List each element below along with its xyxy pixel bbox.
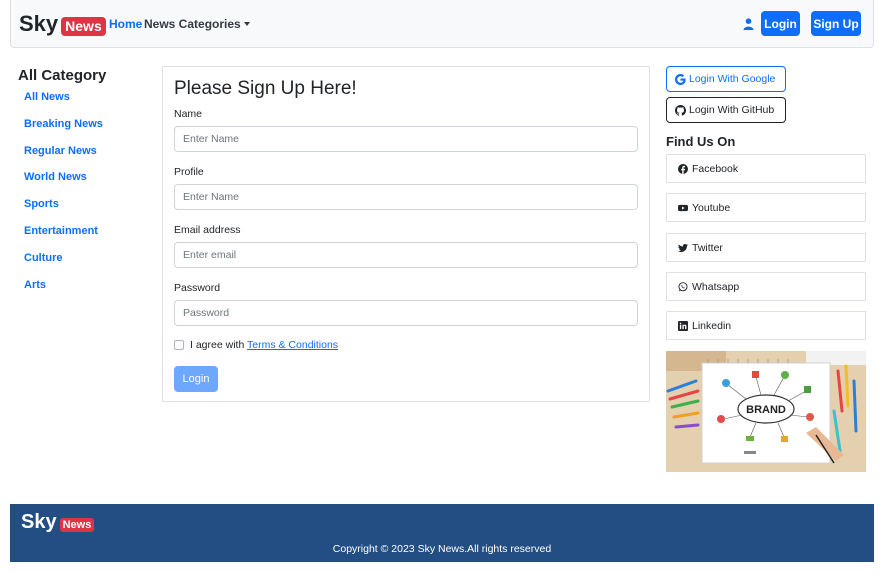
facebook-icon [678, 163, 688, 174]
user-icon[interactable] [743, 18, 754, 30]
login-google-button[interactable]: Login With Google [666, 66, 786, 92]
category-item-regular-news[interactable]: Regular News [24, 144, 103, 171]
footer: Sky News Copyright © 2023 Sky News.All r… [10, 504, 874, 562]
category-item-breaking-news[interactable]: Breaking News [24, 117, 103, 144]
nav-home-link[interactable]: Home [109, 17, 142, 31]
social-link-twitter[interactable]: Twitter [666, 233, 866, 262]
email-input[interactable] [174, 242, 638, 268]
social-label-linkedin: Linkedin [692, 319, 732, 332]
linkedin-icon [678, 320, 688, 331]
category-title: All Category [18, 67, 107, 84]
category-item-culture[interactable]: Culture [24, 251, 103, 278]
form-submit-button[interactable]: Login [174, 366, 218, 392]
navbar: Sky News Home News Categories Login Sign… [10, 0, 874, 48]
brand-news-badge: News [61, 16, 106, 36]
profile-input[interactable] [174, 184, 638, 210]
github-icon [675, 104, 686, 116]
footer-brand-sky-text: Sky [21, 511, 57, 533]
social-link-linkedin[interactable]: Linkedin [666, 311, 866, 340]
terms-checkbox[interactable] [174, 340, 184, 350]
terms-label: I agree with Terms & Conditions [190, 339, 338, 351]
brand-logo[interactable]: Sky News [19, 11, 106, 37]
twitter-icon [678, 243, 688, 252]
terms-link[interactable]: Terms & Conditions [247, 339, 338, 351]
whatsapp-icon [678, 281, 688, 291]
category-item-world-news[interactable]: World News [24, 170, 103, 197]
caret-down-icon [243, 22, 250, 26]
name-label: Name [174, 108, 203, 120]
name-input[interactable] [174, 126, 638, 152]
footer-brand-news-badge: News [59, 517, 95, 532]
brand-illustration-image: BRAND [666, 351, 866, 472]
signup-form-card: Please Sign Up Here! Name Profile Email … [162, 66, 650, 402]
nav-categories-label: News Categories [144, 17, 241, 31]
copyright-text: Copyright © 2023 Sky News.All rights res… [332, 543, 552, 555]
social-label-facebook: Facebook [692, 162, 739, 175]
signup-button[interactable]: Sign Up [811, 11, 861, 36]
password-label: Password [174, 282, 221, 294]
form-title: Please Sign Up Here! [174, 78, 357, 99]
login-github-label: Login With GitHub [689, 104, 775, 116]
login-github-button[interactable]: Login With GitHub [666, 97, 786, 123]
social-label-whatsapp: Whatsapp [692, 280, 740, 293]
category-list: All News Breaking News Regular News Worl… [24, 90, 103, 304]
social-label-youtube: Youtube [692, 201, 731, 214]
category-item-sports[interactable]: Sports [24, 197, 103, 224]
brand-illustration-svg: BRAND [666, 351, 866, 472]
category-item-entertainment[interactable]: Entertainment [24, 224, 103, 251]
social-label-twitter: Twitter [692, 241, 723, 254]
category-item-all-news[interactable]: All News [24, 90, 103, 117]
footer-brand-logo[interactable]: Sky News [21, 511, 95, 534]
agree-text: I agree with [190, 339, 248, 351]
password-input[interactable] [174, 300, 638, 326]
brand-sky-text: Sky [19, 11, 59, 36]
profile-label: Profile [174, 166, 204, 178]
login-button[interactable]: Login [761, 11, 800, 36]
nav-categories-dropdown[interactable]: News Categories [144, 17, 250, 31]
google-icon [675, 73, 686, 85]
category-item-arts[interactable]: Arts [24, 278, 103, 305]
find-us-title: Find Us On [666, 134, 736, 149]
brand-image-text: BRAND [746, 404, 786, 416]
social-link-youtube[interactable]: Youtube [666, 193, 866, 222]
social-link-whatsapp[interactable]: Whatsapp [666, 272, 866, 301]
login-google-label: Login With Google [689, 73, 776, 85]
youtube-icon [678, 204, 688, 211]
social-link-facebook[interactable]: Facebook [666, 154, 866, 183]
email-label: Email address [174, 224, 241, 236]
